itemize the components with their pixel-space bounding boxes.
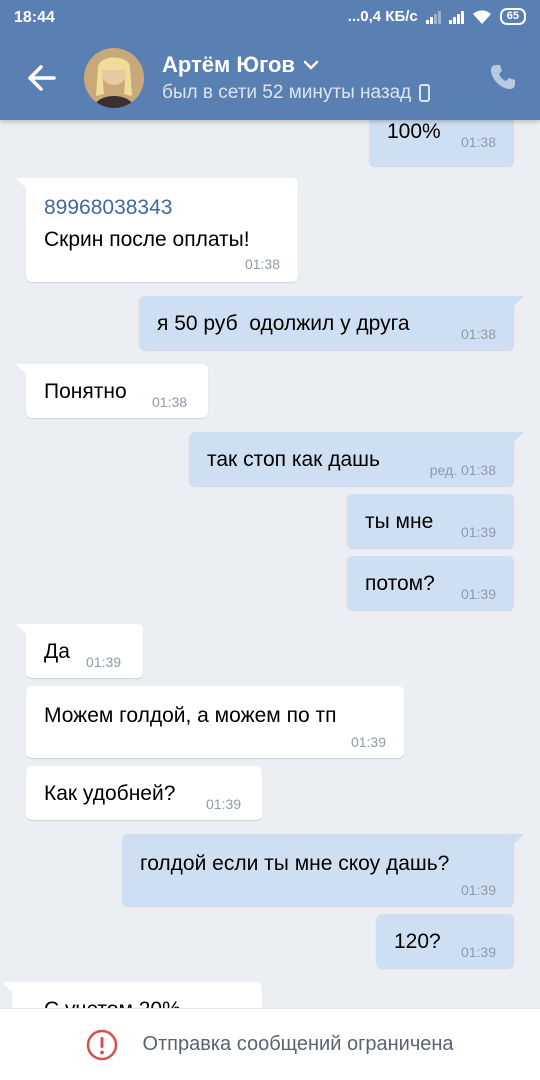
bubble-tail (510, 432, 524, 446)
signal-sim1-icon (425, 10, 441, 24)
message-list[interactable]: 100% 01:38 89968038343 Скрин после оплат… (0, 120, 540, 1008)
status-bar: 18:44 ...0,4 КБ/с 65 (0, 0, 540, 36)
message-time: 01:39 (460, 524, 496, 540)
message-time: 01:38 (244, 256, 280, 272)
outgoing-message[interactable]: так стоп как дашь ред. 01:38 (189, 432, 524, 486)
back-arrow-icon[interactable] (22, 58, 62, 98)
contact-status: был в сети 52 минуты назад (162, 82, 431, 104)
message-time: 01:39 (460, 944, 496, 960)
restriction-notice: Отправка сообщений ограничена (142, 1033, 454, 1055)
network-speed: ...0,4 КБ/с (347, 8, 418, 25)
bubble-tail (510, 296, 524, 310)
incoming-message[interactable]: Понятно 01:38 (16, 364, 208, 418)
bubble-tail (2, 982, 16, 996)
incoming-message[interactable]: 89968038343 Скрин после оплаты! 01:38 (16, 178, 298, 282)
outgoing-message[interactable]: 120? 01:39 (376, 914, 514, 968)
message-time: 01:39 (206, 796, 242, 812)
message-time: 01:38 (460, 326, 496, 342)
message-time: 01:38 (460, 134, 496, 150)
messaging-restricted-bar: Отправка сообщений ограничена (0, 1008, 540, 1080)
phone-call-icon[interactable] (488, 62, 518, 92)
outgoing-message[interactable]: 100% 01:38 (369, 120, 514, 166)
chevron-down-icon (303, 60, 319, 70)
outgoing-message[interactable]: голдой если ты мне скоу дашь? 01:39 (122, 834, 524, 906)
signal-sim2-icon (448, 10, 464, 24)
phone-number-link[interactable]: 89968038343 (44, 196, 172, 220)
contact-name: Артём Югов (162, 52, 295, 77)
message-time: 01:39 (460, 586, 496, 602)
incoming-message[interactable]: Можем голдой, а можем по тп 01:39 (26, 686, 404, 758)
incoming-message[interactable]: Как удобней? 01:39 (26, 766, 262, 820)
outgoing-message[interactable]: я 50 руб одолжил у друга 01:38 (139, 296, 524, 350)
bubble-tail (510, 834, 524, 848)
incoming-message[interactable]: С учетом 20% (2, 982, 262, 1008)
message-time: ред. 01:38 (429, 462, 496, 478)
message-time: 01:39 (350, 734, 386, 750)
contact-name-button[interactable]: Артём Югов (162, 52, 319, 78)
battery-icon: 65 (499, 8, 526, 25)
last-seen-text: был в сети 52 минуты назад (162, 82, 412, 103)
outgoing-message[interactable]: ты мне 01:39 (347, 494, 514, 548)
bubble-tail (16, 364, 30, 378)
message-time: 01:38 (152, 394, 188, 410)
wifi-icon (472, 9, 491, 24)
chat-header: Артём Югов был в сети 52 минуты назад (0, 36, 540, 120)
bubble-tail (16, 178, 30, 192)
outgoing-message[interactable]: потом? 01:39 (347, 556, 514, 610)
incoming-message[interactable]: Да 01:39 (16, 624, 143, 678)
message-time: 01:39 (86, 654, 122, 670)
warning-icon (87, 1029, 118, 1060)
avatar[interactable] (84, 48, 144, 108)
message-time: 01:39 (460, 882, 496, 898)
status-time: 18:44 (14, 9, 55, 26)
mobile-device-icon (419, 84, 431, 102)
status-icons: ...0,4 КБ/с 65 (348, 8, 526, 25)
bubble-tail (16, 624, 30, 638)
